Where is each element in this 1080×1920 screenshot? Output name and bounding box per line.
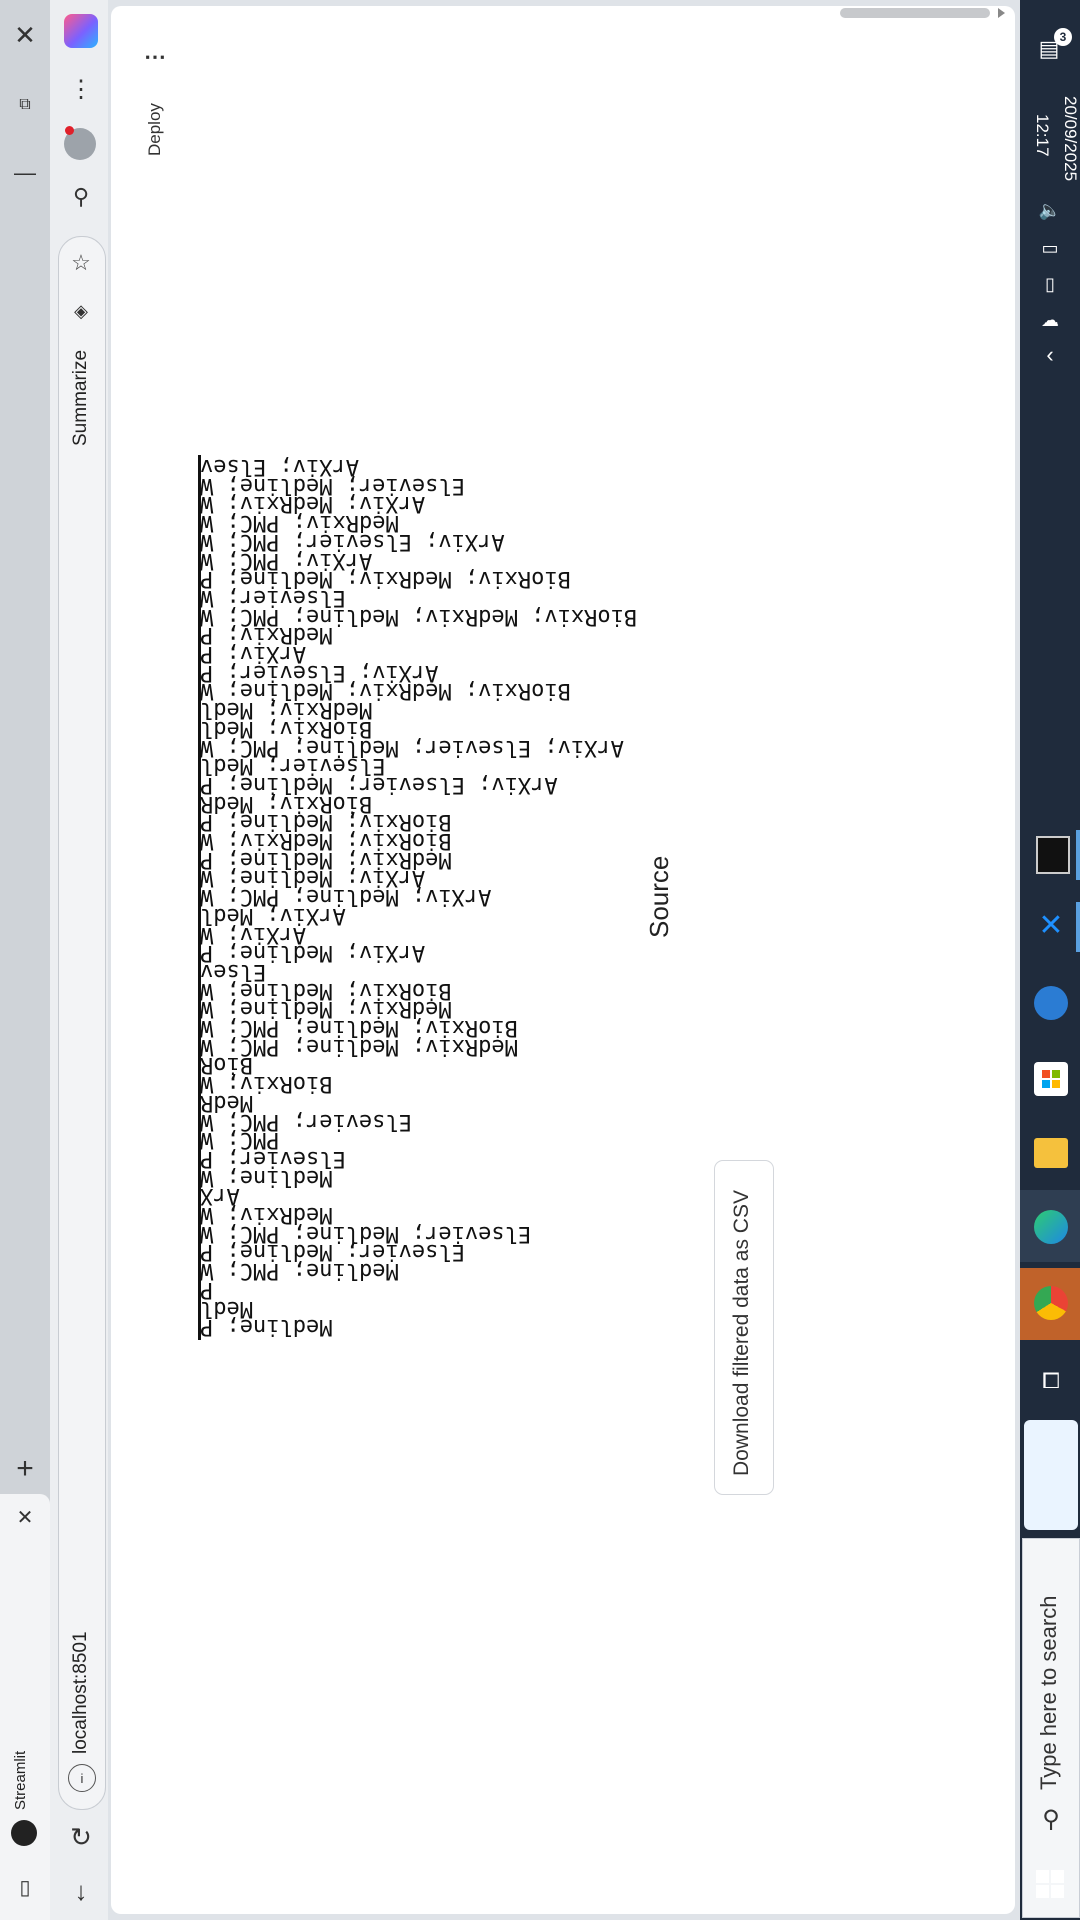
notification-count-badge: 3 bbox=[1054, 28, 1072, 46]
horizontal-scrollbar[interactable] bbox=[840, 8, 990, 18]
address-bar[interactable] bbox=[58, 236, 106, 1810]
onedrive-icon[interactable]: ☁ bbox=[1034, 306, 1066, 334]
sidebar-toggle-icon[interactable]: ▯ bbox=[8, 1870, 42, 1904]
close-tab-icon[interactable]: ✕ bbox=[8, 1500, 42, 1534]
volume-icon[interactable]: 🔈 bbox=[1034, 196, 1066, 224]
scroll-right-icon[interactable] bbox=[998, 8, 1005, 18]
summarize-button[interactable]: Summarize bbox=[70, 336, 92, 446]
url-text[interactable]: localhost:8501 bbox=[70, 1614, 92, 1754]
vscode-app-icon[interactable]: ✕ bbox=[1034, 908, 1068, 942]
deploy-button[interactable]: Deploy bbox=[145, 90, 165, 156]
download-csv-label: Download filtered data as CSV bbox=[730, 1190, 753, 1476]
taskbar-search-input[interactable]: Type here to search bbox=[1036, 1590, 1062, 1790]
notification-dot-icon bbox=[65, 126, 74, 135]
show-hidden-icons-chevron-icon[interactable]: ‹ bbox=[1034, 340, 1066, 370]
active-app-indicator bbox=[1076, 902, 1080, 952]
terminal-app-icon[interactable] bbox=[1036, 836, 1070, 874]
summarize-icon[interactable]: ◈ bbox=[64, 294, 98, 328]
source-table: ArXiv; Elsev Elsevier; Medline; W ArXiv; M… bbox=[200, 454, 660, 1340]
minimize-window-icon[interactable]: — bbox=[8, 156, 42, 190]
restore-window-icon[interactable]: ⧉ bbox=[8, 88, 42, 122]
store-app-icon[interactable] bbox=[1034, 1062, 1068, 1096]
browser-app-icon[interactable] bbox=[1034, 986, 1068, 1020]
reload-icon[interactable]: ↻ bbox=[64, 1820, 98, 1854]
new-tab-icon[interactable]: + bbox=[6, 1450, 44, 1488]
streamlit-favicon-icon bbox=[11, 1820, 37, 1846]
taskbar-date[interactable]: 20/09/2025 bbox=[1060, 96, 1080, 186]
main-menu-button[interactable]: ⋯ bbox=[144, 44, 166, 70]
search-highlight-image bbox=[1024, 1420, 1078, 1530]
task-view-icon[interactable]: ⧠ bbox=[1034, 1364, 1068, 1398]
table-row: Medline; P bbox=[200, 1314, 333, 1340]
taskbar-time[interactable]: 12:17 bbox=[1032, 114, 1052, 164]
battery-icon[interactable]: ▯ bbox=[1034, 270, 1066, 298]
more-options-icon[interactable]: ⋮ bbox=[64, 72, 98, 106]
network-icon[interactable]: ▭ bbox=[1034, 234, 1066, 262]
table-row: Medline; PMC; W bbox=[200, 1258, 399, 1284]
tab-title: Streamlit bbox=[12, 1750, 29, 1810]
back-arrow-icon[interactable]: ↓ bbox=[64, 1874, 98, 1908]
pin-icon[interactable]: ⚲ bbox=[64, 180, 98, 214]
tab-streamlit[interactable] bbox=[0, 1494, 50, 1920]
copilot-icon[interactable] bbox=[64, 14, 98, 48]
favorite-star-icon[interactable]: ☆ bbox=[64, 246, 98, 280]
chrome-app-icon[interactable] bbox=[1034, 1286, 1068, 1320]
close-window-icon[interactable]: ✕ bbox=[8, 18, 42, 52]
edge-app-icon[interactable] bbox=[1034, 1210, 1068, 1244]
windows-start-icon[interactable] bbox=[1036, 1870, 1064, 1898]
active-app-indicator bbox=[1076, 830, 1080, 880]
file-explorer-app-icon[interactable] bbox=[1034, 1138, 1068, 1168]
site-info-icon[interactable]: i bbox=[68, 1764, 96, 1792]
search-icon[interactable]: ⚲ bbox=[1034, 1802, 1068, 1836]
